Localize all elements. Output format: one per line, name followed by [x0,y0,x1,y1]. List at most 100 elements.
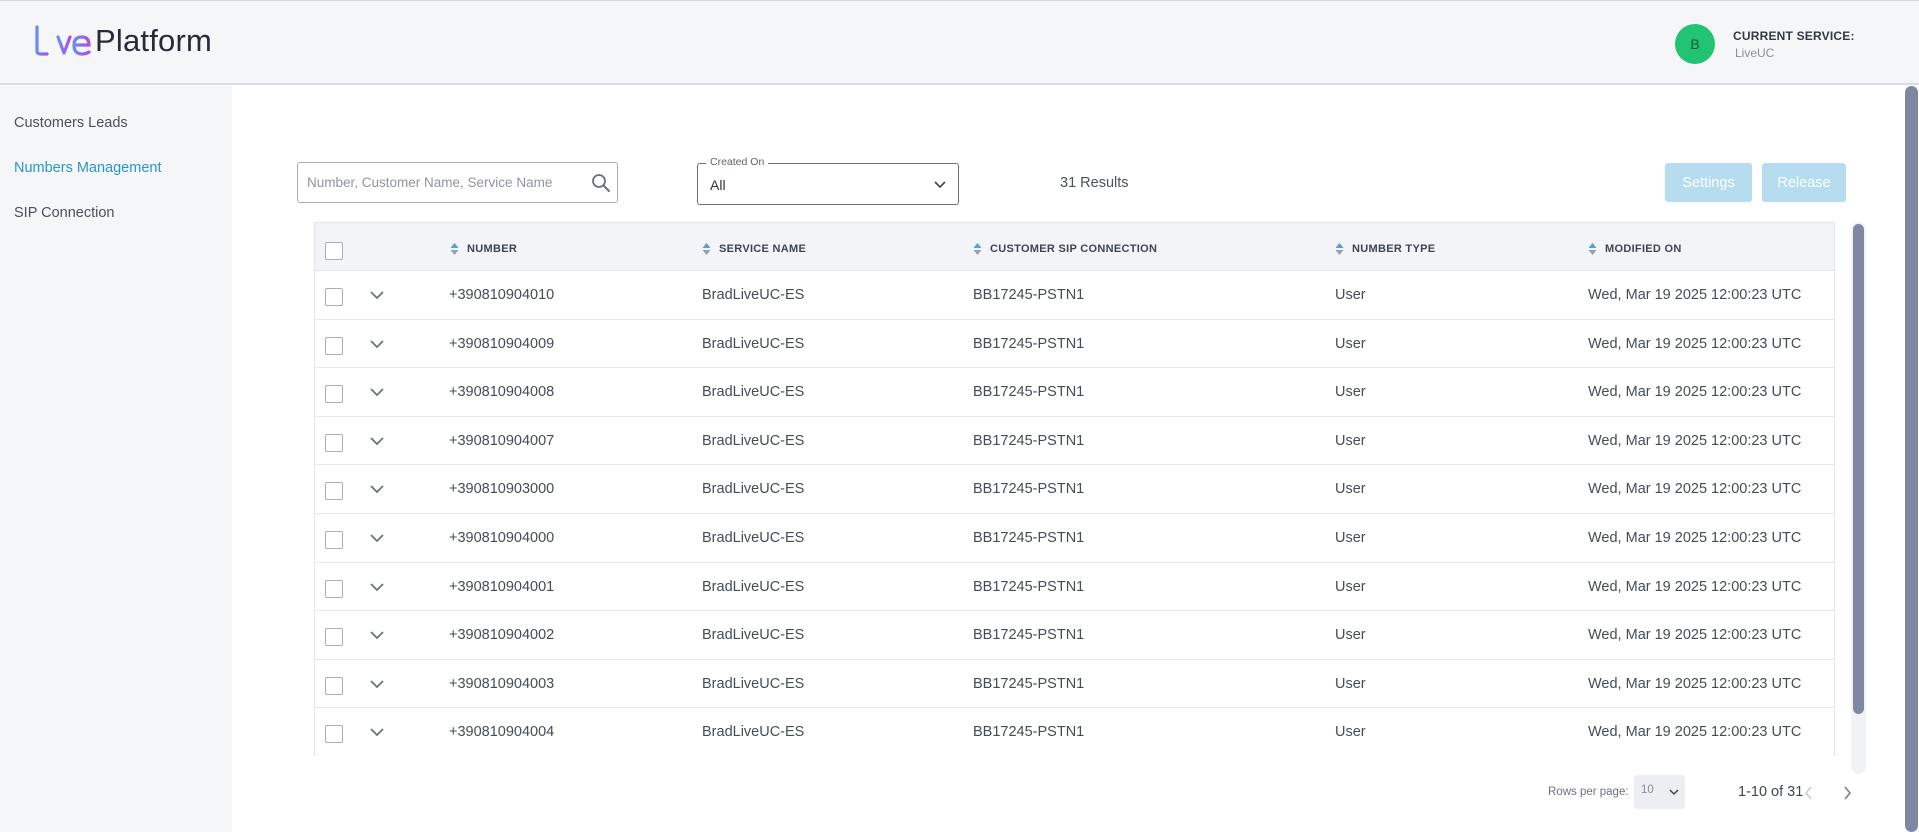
column-header-service-name[interactable]: SERVICE NAME [702,242,806,256]
column-header-label: MODIFIED ON [1605,243,1682,255]
table-row[interactable]: +390810904007 BradLiveUC-ES BB17245-PSTN… [315,416,1834,466]
table-row[interactable]: +390810904003 BradLiveUC-ES BB17245-PSTN… [315,659,1834,709]
cell-number: +390810904002 [449,627,555,644]
expand-chevron-icon[interactable] [368,578,386,596]
sort-icon [1335,243,1344,255]
chevron-right-icon[interactable] [1840,784,1854,802]
cell-sip-connection: BB17245-PSTN1 [973,578,1085,595]
settings-button[interactable]: Settings [1665,163,1752,202]
rows-per-page-select[interactable]: 10 [1634,775,1685,809]
table-row[interactable]: +390810904002 BradLiveUC-ES BB17245-PSTN… [315,611,1834,660]
row-checkbox[interactable] [325,482,343,501]
row-checkbox[interactable] [325,385,343,404]
cell-number: +390810904007 [449,432,555,449]
created-on-select[interactable]: Created On All [697,156,959,205]
row-checkbox[interactable] [325,725,343,744]
created-on-value: All [710,177,726,193]
cell-number-type: User [1335,530,1366,546]
cell-service-name: BradLiveUC-ES [702,675,805,692]
expand-chevron-icon[interactable] [368,432,386,450]
cell-service-name: BradLiveUC-ES [702,627,805,644]
cell-modified-on: Wed, Mar 19 2025 12:00:23 UTC [1588,675,1802,692]
search-input[interactable] [298,163,578,202]
current-service-value: LiveUC [1735,46,1775,60]
cell-service-name: BradLiveUC-ES [702,287,805,303]
cell-service-name: BradLiveUC-ES [702,384,805,401]
rows-per-page-label: Rows per page: [1548,786,1629,798]
cell-modified-on: Wed, Mar 19 2025 12:00:23 UTC [1588,384,1802,401]
results-count: 31 Results [1060,175,1129,191]
cell-number: +390810903000 [449,481,555,498]
select-all-checkbox[interactable] [325,242,343,260]
table-row[interactable]: +390810903000 BradLiveUC-ES BB17245-PSTN… [315,465,1834,514]
column-header-label: NUMBER TYPE [1352,243,1436,255]
expand-chevron-icon[interactable] [368,529,386,547]
cell-sip-connection: BB17245-PSTN1 [973,432,1085,449]
cell-modified-on: Wed, Mar 19 2025 12:00:23 UTC [1588,481,1802,498]
expand-chevron-icon[interactable] [368,286,386,304]
column-header-number[interactable]: NUMBER [450,242,517,256]
expand-chevron-icon[interactable] [368,383,386,401]
cell-number-type: User [1335,287,1366,303]
expand-chevron-icon[interactable] [368,675,386,693]
cell-number: +390810904000 [449,530,555,546]
table-row[interactable]: +390810904000 BradLiveUC-ES BB17245-PSTN… [315,514,1834,563]
cell-sip-connection: BB17245-PSTN1 [973,530,1085,546]
logo-wordmark: Platform [95,23,213,58]
live-logo-mark [35,25,91,56]
search-icon[interactable] [591,173,611,193]
sort-icon [702,243,711,255]
table-row[interactable]: +390810904004 BradLiveUC-ES BB17245-PSTN… [315,708,1834,757]
column-header-customer-sip-connection[interactable]: CUSTOMER SIP CONNECTION [973,242,1157,256]
sort-icon [973,243,982,255]
row-checkbox[interactable] [325,336,343,355]
cell-number-type: User [1335,481,1366,498]
column-header-label: CUSTOMER SIP CONNECTION [990,243,1158,255]
table-row[interactable]: +390810904008 BradLiveUC-ES BB17245-PSTN… [315,368,1834,417]
cell-number: +390810904010 [449,287,555,303]
release-button[interactable]: Release [1762,163,1846,202]
cell-service-name: BradLiveUC-ES [702,481,805,498]
sidebar-item-customers-leads[interactable]: Customers Leads [14,115,128,131]
liveplatform-logo[interactable]: Platform [34,21,212,57]
column-header-number-type[interactable]: NUMBER TYPE [1335,242,1435,256]
chevron-left-icon[interactable] [1802,784,1816,802]
sort-icon [1588,243,1597,255]
cell-sip-connection: BB17245-PSTN1 [973,675,1085,692]
column-header-modified-on[interactable]: MODIFIED ON [1588,242,1682,256]
expand-chevron-icon[interactable] [368,723,386,741]
cell-service-name: BradLiveUC-ES [702,432,805,449]
row-checkbox[interactable] [325,676,343,695]
row-checkbox[interactable] [325,288,343,306]
table-row[interactable]: +390810904009 BradLiveUC-ES BB17245-PSTN… [315,319,1834,369]
cell-number-type: User [1335,627,1366,644]
column-header-label: NUMBER [467,243,518,255]
expand-chevron-icon[interactable] [368,480,386,498]
avatar[interactable]: B [1675,24,1715,64]
pagination-range: 1-10 of 31 [1738,784,1804,800]
cell-number-type: User [1335,578,1366,595]
cell-modified-on: Wed, Mar 19 2025 12:00:23 UTC [1588,530,1802,546]
cell-sip-connection: BB17245-PSTN1 [973,481,1085,498]
cell-number-type: User [1335,724,1366,741]
row-checkbox[interactable] [325,531,343,549]
sidebar-item-numbers-management[interactable]: Numbers Management [14,160,162,176]
cell-number-type: User [1335,384,1366,401]
table-row[interactable]: +390810904010 BradLiveUC-ES BB17245-PSTN… [315,271,1834,320]
row-checkbox[interactable] [325,628,343,647]
cell-number: +390810904008 [449,384,555,401]
sidebar-item-sip-connection[interactable]: SIP Connection [14,205,115,221]
sort-icon [450,243,459,255]
table-scrollbar-thumb[interactable] [1853,224,1864,714]
chevron-down-icon [934,181,946,189]
row-checkbox[interactable] [325,579,343,598]
cell-modified-on: Wed, Mar 19 2025 12:00:23 UTC [1588,335,1802,352]
cell-service-name: BradLiveUC-ES [702,530,805,546]
page-scrollbar[interactable] [1905,86,1918,832]
expand-chevron-icon[interactable] [368,335,386,353]
expand-chevron-icon[interactable] [368,626,386,644]
row-checkbox[interactable] [325,433,343,452]
table-row[interactable]: +390810904001 BradLiveUC-ES BB17245-PSTN… [315,562,1834,612]
cell-number-type: User [1335,432,1366,449]
cell-number: +390810904003 [449,675,555,692]
